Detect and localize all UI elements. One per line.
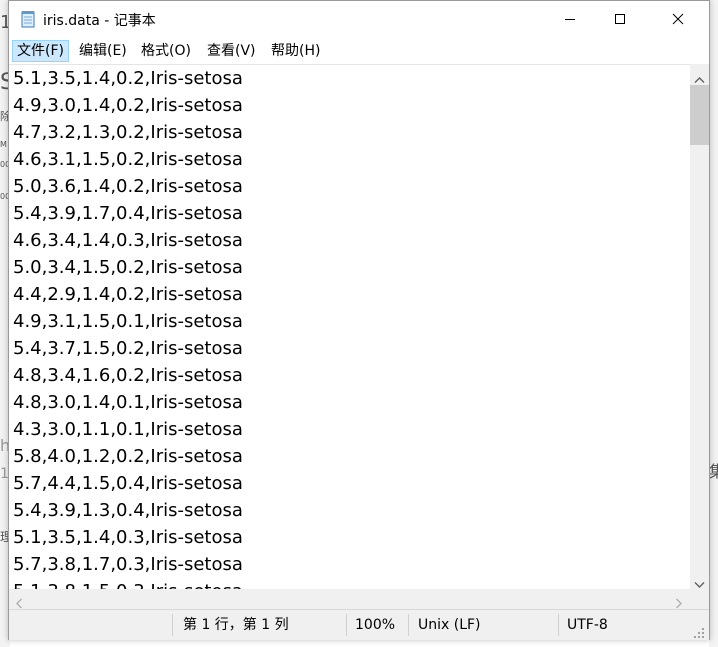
text-line: 5.4,3.9,1.7,0.4,Iris-setosa — [13, 203, 243, 224]
menu-view[interactable]: 查看(V) — [203, 41, 260, 61]
text-line: 4.6,3.1,1.5,0.2,Iris-setosa — [13, 149, 243, 170]
text-line: 4.8,3.4,1.6,0.2,Iris-setosa — [13, 365, 243, 386]
text-line: 5.1,3.5,1.4,0.3,Iris-setosa — [13, 527, 243, 548]
text-line: 5.7,4.4,1.5,0.4,Iris-setosa — [13, 473, 243, 494]
status-divider — [172, 614, 173, 636]
notepad-window: iris.data - 记事本 文件(F) 编辑(E) 格式(O) 查看(V) … — [8, 0, 710, 640]
menu-help[interactable]: 帮助(H) — [267, 41, 324, 61]
cursor-position: 第 1 行，第 1 列 — [183, 617, 289, 633]
status-divider — [346, 614, 347, 636]
status-divider — [408, 614, 409, 636]
background-text: 集 — [709, 462, 718, 481]
minimize-button[interactable] — [547, 1, 593, 38]
line-ending: Unix (LF) — [418, 617, 481, 633]
text-line: 4.3,3.0,1.1,0.1,Iris-setosa — [13, 419, 243, 440]
text-line: 5.0,3.6,1.4,0.2,Iris-setosa — [13, 176, 243, 197]
text-editor[interactable]: 5.1,3.5,1.4,0.2,Iris-setosa 4.9,3.0,1.4,… — [9, 64, 690, 590]
scrollbar-corner — [690, 589, 709, 609]
menu-file[interactable]: 文件(F) — [12, 40, 69, 62]
text-line: 5.7,3.8,1.7,0.3,Iris-setosa — [13, 554, 243, 575]
background-text: M — [0, 140, 7, 149]
status-divider — [558, 614, 559, 636]
text-line: 5.0,3.4,1.5,0.2,Iris-setosa — [13, 257, 243, 278]
zoom-level: 100% — [355, 617, 396, 633]
maximize-icon — [614, 10, 626, 29]
minimize-icon — [564, 10, 576, 29]
vertical-scrollbar[interactable] — [690, 64, 709, 589]
text-line: 5.8,4.0,1.2,0.2,Iris-setosa — [13, 446, 243, 467]
horizontal-scrollbar[interactable] — [9, 589, 690, 609]
text-line: 4.9,3.1,1.5,0.1,Iris-setosa — [13, 311, 243, 332]
background-app-right: 集 — [709, 0, 718, 647]
menu-bar: 文件(F) 编辑(E) 格式(O) 查看(V) 帮助(H) — [9, 38, 709, 64]
text-line: 4.4,2.9,1.4,0.2,Iris-setosa — [13, 284, 243, 305]
menu-edit[interactable]: 编辑(E) — [75, 41, 131, 61]
status-bar: 第 1 行，第 1 列 100% Unix (LF) UTF-8 — [9, 609, 709, 640]
text-line: 4.7,3.2,1.3,0.2,Iris-setosa — [13, 122, 243, 143]
title-bar[interactable]: iris.data - 记事本 — [9, 1, 709, 38]
text-line: 5.1,3.5,1.4,0.2,Iris-setosa — [13, 68, 243, 89]
text-line: 4.8,3.0,1.4,0.1,Iris-setosa — [13, 392, 243, 413]
scrollbar-thumb[interactable] — [690, 85, 709, 145]
resize-grip-icon[interactable] — [693, 624, 705, 643]
maximize-button[interactable] — [597, 1, 643, 38]
text-line: 4.6,3.4,1.4,0.3,Iris-setosa — [13, 230, 243, 251]
menu-format[interactable]: 格式(O) — [137, 41, 195, 61]
close-icon — [672, 10, 684, 29]
encoding: UTF-8 — [567, 617, 608, 633]
close-button[interactable] — [655, 1, 701, 38]
text-line: 4.9,3.0,1.4,0.2,Iris-setosa — [13, 95, 243, 116]
window-title: iris.data - 记事本 — [43, 13, 156, 29]
text-line: 5.4,3.7,1.5,0.2,Iris-setosa — [13, 338, 243, 359]
notepad-icon — [19, 10, 37, 28]
text-line: 5.4,3.9,1.3,0.4,Iris-setosa — [13, 500, 243, 521]
